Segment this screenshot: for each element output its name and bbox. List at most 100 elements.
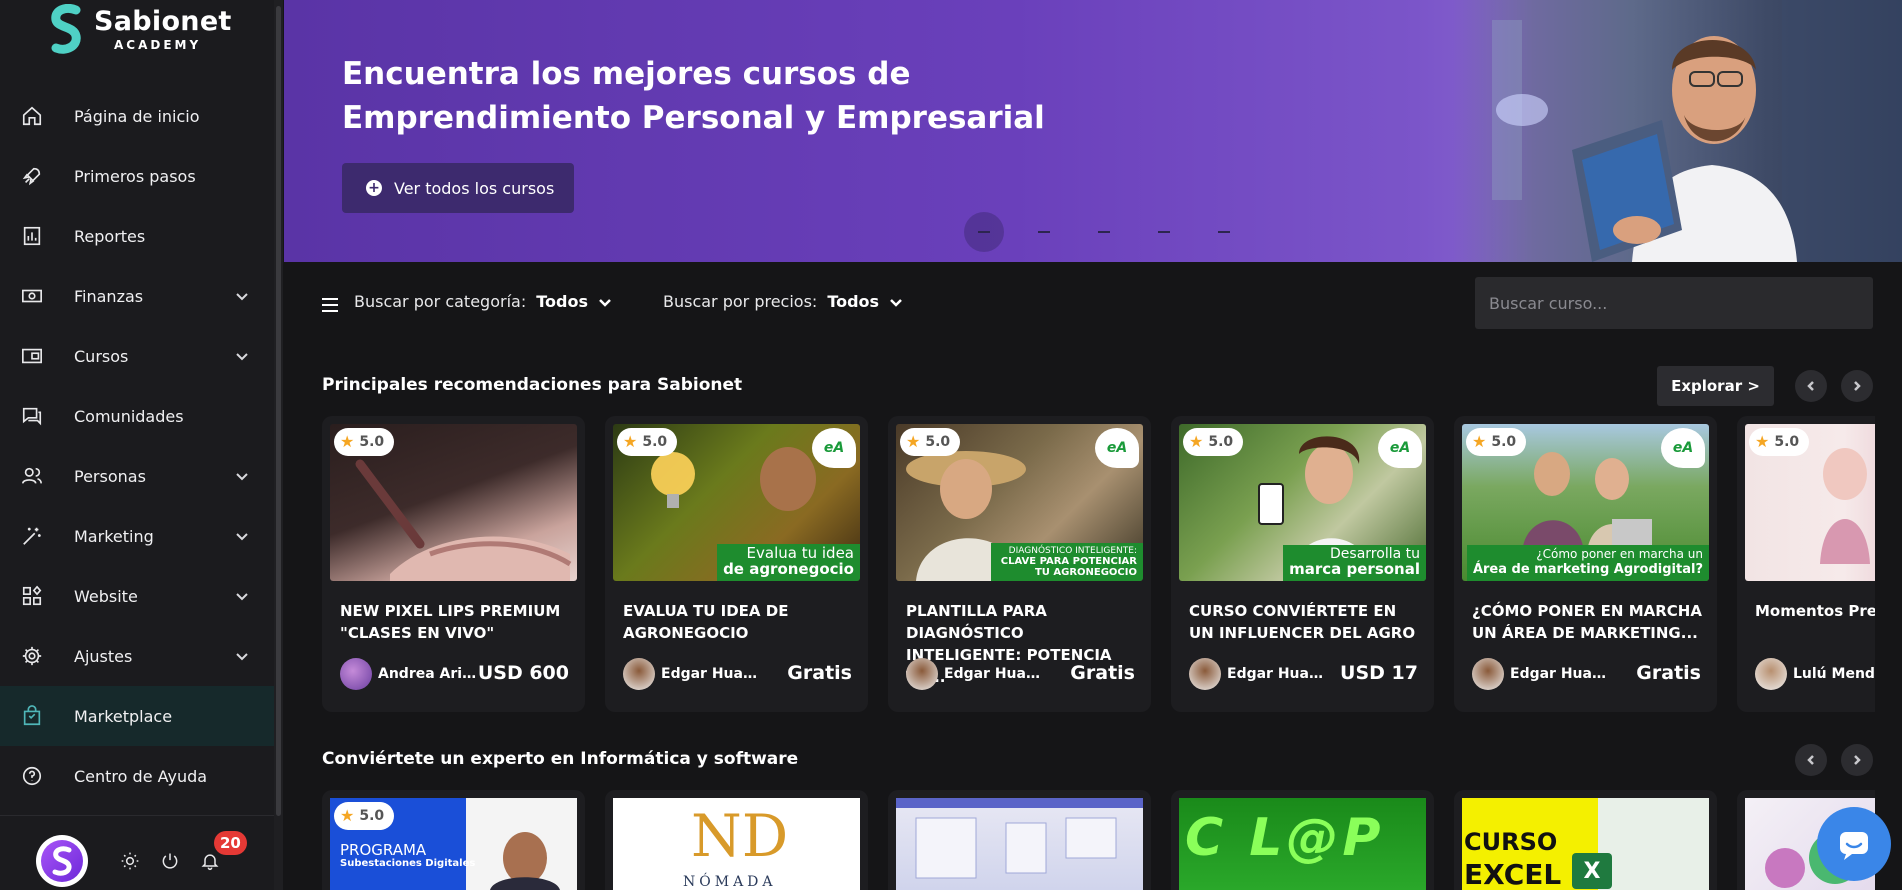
sidebar-item-comunidades[interactable]: Comunidades [0,386,274,446]
bell-icon[interactable] [199,850,221,872]
power-icon[interactable] [159,850,181,872]
view-all-courses-label: Ver todos los cursos [394,178,555,198]
thumbnail-text: CURSO [1464,828,1558,856]
sidebar-item-finanzas[interactable]: Finanzas [0,266,274,326]
author-name: Andrea Arias [378,666,478,682]
sidebar-item-personas[interactable]: Personas [0,446,274,506]
sidebar-item-cursos[interactable]: Cursos [0,326,274,386]
course-price: USD 17 [1340,662,1418,684]
chevron-down-icon[interactable] [234,528,250,544]
theme-toggle-icon[interactable] [119,850,141,872]
sidebar-item-marketplace[interactable]: Marketplace [0,686,274,746]
course-thumbnail: CURSO EXCEL X [1462,798,1709,890]
carousel-dot[interactable] [964,212,1004,252]
course-card[interactable]: ★ 5.0 eA Desarrolla tu marca personal CURS… [1171,416,1434,712]
chevron-down-icon[interactable] [234,288,250,304]
category-filter-value: Todos [536,292,588,311]
course-card[interactable]: ★5.0 Momentos Preci Lulú Mendoz [1737,416,1875,712]
course-card[interactable]: ★ 5.0 PROGRAMA Subestaciones Digitales [322,790,585,890]
sidebar-item-label: Personas [74,466,146,486]
category-filter-label: Buscar por categoría: [354,292,527,311]
carousel-dot[interactable] [1014,212,1074,252]
course-card[interactable]: ★ 5.0 eA DIAGNÓSTICO INTELIGENTE: CLAVE PA… [888,416,1151,712]
plus-circle-icon: + [366,180,382,196]
course-title: CURSO CONVIÉRTETE EN UN INFLUENCER DEL A… [1189,602,1416,642]
chevron-down-icon [890,298,902,307]
course-card[interactable] [888,790,1151,890]
avatar[interactable] [36,835,88,887]
carousel-dots [964,212,1254,252]
course-card[interactable]: ND NÓMADA [605,790,868,890]
course-card[interactable]: C L@P [1171,790,1434,890]
price-filter[interactable]: Buscar por precios: Todos [663,292,903,311]
course-thumbnail: ★ 5.0 eA Evalua tu idea de agronegocio [613,424,860,581]
thumbnail-text: PROGRAMA [340,841,427,859]
magic-wand-icon [20,524,44,548]
chevron-down-icon[interactable] [234,648,250,664]
support-chat-button[interactable] [1817,807,1891,881]
sidebar-item-label: Reportes [74,226,146,246]
sidebar-item-label: Cursos [74,346,129,366]
educagro-logo-icon: eA [812,428,856,468]
rating-badge: ★ 5.0 [334,802,395,830]
brand[interactable]: Sabionet ACADEMY [48,4,232,54]
search-course-input[interactable] [1475,277,1873,329]
gear-icon [20,644,44,668]
carousel-prev-button[interactable] [1795,744,1827,776]
course-price: USD 600 [477,662,569,684]
chat-bubble-icon [1840,832,1868,860]
course-title: Momentos Preci [1755,602,1875,620]
sidebar-item-label: Marketplace [74,706,173,726]
chevron-left-icon [1807,381,1814,391]
home-icon [20,104,44,128]
chevron-down-icon[interactable] [234,348,250,364]
price-filter-label: Buscar por precios: [663,292,818,311]
rating-badge: ★ 5.0 [617,428,678,456]
course-card[interactable]: ★ 5.0 eA ¿Cómo poner en marcha un Área de … [1454,416,1717,712]
course-price: Gratis [1636,662,1701,684]
sidebar-item-ayuda[interactable]: Centro de Ayuda [0,746,274,806]
recommendations-row: ★ 5.0 NEW PIXEL LIPS PREMIUM "CLASES EN V… [322,416,1875,712]
carousel-dot[interactable] [1134,212,1194,252]
sidebar-item-reportes[interactable]: Reportes [0,206,274,266]
carousel-next-button[interactable] [1841,744,1873,776]
carousel-prev-button[interactable] [1795,370,1827,402]
carousel-next-button[interactable] [1841,370,1873,402]
carousel-dot[interactable] [1194,212,1254,252]
explore-button[interactable]: Explorar > [1657,366,1774,406]
rating-badge: ★ 5.0 [900,428,961,456]
section-title-recommendations: Principales recomendaciones para Sabione… [322,375,743,395]
banner-photo [1452,0,1902,262]
filter-menu-icon[interactable] [322,298,338,312]
course-thumbnail: ND NÓMADA [613,798,860,890]
sidebar-item-ajustes[interactable]: Ajustes [0,626,274,686]
sidebar-item-website[interactable]: Website [0,566,274,626]
course-card[interactable]: ★ 5.0 NEW PIXEL LIPS PREMIUM "CLASES EN V… [322,416,585,712]
category-filter[interactable]: Buscar por categoría: Todos [354,292,612,311]
sidebar-item-marketing[interactable]: Marketing [0,506,274,566]
course-author: Edgar Huam... [1189,658,1349,690]
author-avatar [1472,658,1504,690]
sidebar-item-primeros-pasos[interactable]: Primeros pasos [0,146,274,206]
author-name: Edgar Huam... [944,666,1044,682]
course-title: ¿CÓMO PONER EN MARCHA UN ÁREA DE MARKETI… [1472,602,1702,642]
carousel-dot[interactable] [1074,212,1134,252]
rating-badge: ★ 5.0 [334,428,395,456]
author-name: Edgar Huam... [1227,666,1327,682]
price-filter-value: Todos [827,292,880,311]
sidebar-item-label: Primeros pasos [74,166,196,186]
rating-badge: ★ 5.0 [1466,428,1527,456]
chevron-down-icon[interactable] [234,468,250,484]
sidebar-scrollbar[interactable] [274,0,283,890]
chevron-down-icon[interactable] [234,588,250,604]
scrollbar-thumb[interactable] [276,6,281,816]
excel-icon: X [1572,853,1612,889]
sidebar-item-inicio[interactable]: Página de inicio [0,86,274,146]
sabionet-logo-icon [51,4,81,54]
course-card[interactable]: CURSO EXCEL X [1454,790,1717,890]
course-card[interactable]: ★ 5.0 eA Evalua tu idea de agronegocio EVA… [605,416,868,712]
brand-name: Sabionet [94,6,232,37]
course-author: Lulú Mendoz [1755,658,1875,690]
sidebar-item-label: Ajustes [74,646,133,666]
view-all-courses-button[interactable]: + Ver todos los cursos [342,163,574,213]
